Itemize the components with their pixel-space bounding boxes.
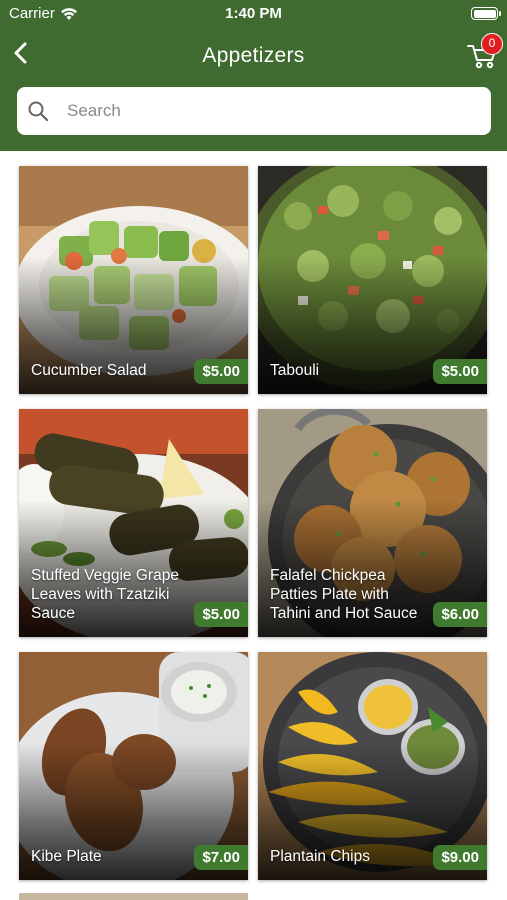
search-bar xyxy=(17,87,491,135)
menu-item-price: $5.00 xyxy=(194,359,248,384)
menu-item-name: Falafel Chickpea Patties Plate with Tahi… xyxy=(270,567,418,622)
menu-item-card[interactable]: Plantain Chips $9.00 xyxy=(258,652,487,880)
menu-item-card[interactable]: Falafel Chickpea Patties Plate with Tahi… xyxy=(258,409,487,637)
menu-item-name: Plantain Chips xyxy=(270,848,370,865)
menu-item-price: $5.00 xyxy=(194,602,248,627)
menu-item-card[interactable]: Cucumber Salad $5.00 xyxy=(19,166,248,394)
menu-item-card-partial[interactable] xyxy=(19,893,248,900)
menu-item-card[interactable]: Tabouli $5.00 xyxy=(258,166,487,394)
status-time: 1:40 PM xyxy=(225,5,282,22)
menu-item-price: $7.00 xyxy=(194,845,248,870)
page-title: Appetizers xyxy=(202,44,305,67)
cart-count-badge: 0 xyxy=(481,33,503,55)
search-icon xyxy=(28,101,49,122)
menu-item-name: Tabouli xyxy=(270,362,320,379)
nav-bar: Appetizers 0 xyxy=(0,30,507,82)
menu-item-price: $5.00 xyxy=(433,359,487,384)
battery-icon xyxy=(471,7,501,20)
search-input[interactable] xyxy=(67,87,477,135)
menu-item-card[interactable]: Stuffed Veggie Grape Leaves with Tzatzik… xyxy=(19,409,248,637)
header-bar: Carrier 1:40 PM Appetizers 0 xyxy=(0,0,507,151)
menu-item-name: Cucumber Salad xyxy=(31,362,147,379)
status-bar: Carrier 1:40 PM xyxy=(0,0,507,30)
menu-item-card[interactable]: Kibe Plate $7.00 xyxy=(19,652,248,880)
menu-item-price: $9.00 xyxy=(433,845,487,870)
menu-item-name: Stuffed Veggie Grape Leaves with Tzatzik… xyxy=(31,567,179,622)
menu-item-name: Kibe Plate xyxy=(31,848,102,865)
menu-item-price: $6.00 xyxy=(433,602,487,627)
